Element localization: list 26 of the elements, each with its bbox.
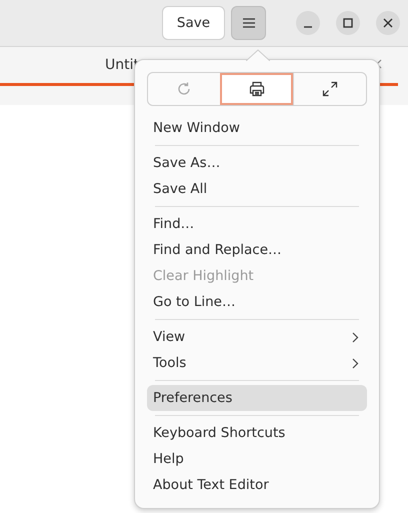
- chevron-right-icon: [352, 332, 359, 342]
- chevron-right-icon: [352, 358, 359, 368]
- menu-item[interactable]: Go to Line…: [147, 289, 367, 315]
- reload-icon: [176, 81, 192, 97]
- maximize-button[interactable]: [336, 11, 360, 35]
- menu-item[interactable]: New Window: [147, 115, 367, 141]
- print-button[interactable]: [220, 73, 293, 105]
- close-button[interactable]: [376, 11, 400, 35]
- fullscreen-icon: [322, 81, 338, 97]
- menu-icon: [242, 17, 256, 29]
- menu-item[interactable]: Help: [147, 446, 367, 472]
- menu-item[interactable]: Keyboard Shortcuts: [147, 420, 367, 446]
- menu-item[interactable]: Tools: [147, 350, 367, 376]
- maximize-icon: [343, 18, 353, 28]
- save-button[interactable]: Save: [162, 6, 225, 40]
- print-icon: [248, 81, 266, 97]
- menu-item[interactable]: View: [147, 324, 367, 350]
- menu-item[interactable]: Find…: [147, 211, 367, 237]
- minimize-icon: [304, 26, 312, 28]
- menu-item[interactable]: Save All: [147, 176, 367, 202]
- menu-item[interactable]: Save As…: [147, 150, 367, 176]
- menu-item[interactable]: Preferences: [147, 385, 367, 411]
- close-icon: [383, 18, 393, 28]
- menu-item[interactable]: About Text Editor: [147, 472, 367, 498]
- menu-button[interactable]: [231, 6, 266, 40]
- menu-item[interactable]: Find and Replace…: [147, 237, 367, 263]
